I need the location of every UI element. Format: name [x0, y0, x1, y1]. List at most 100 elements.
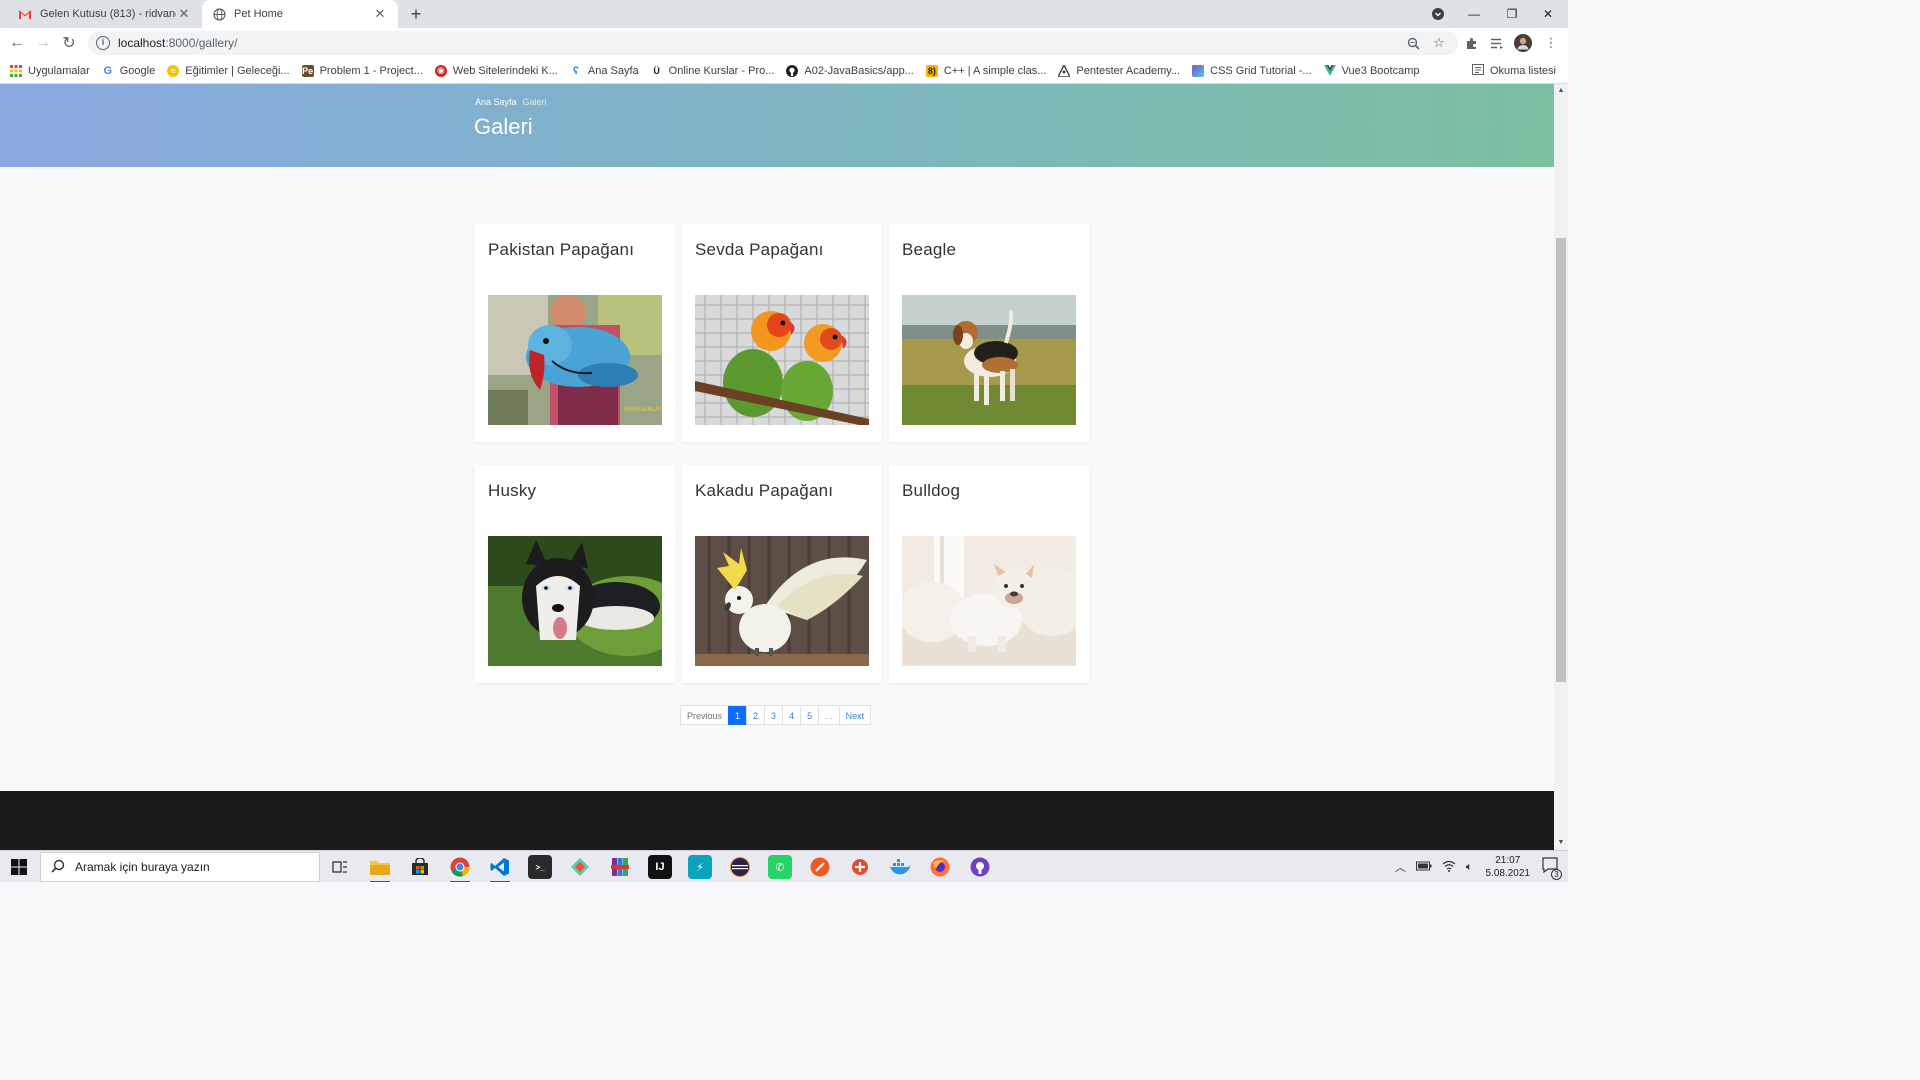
- site-info-icon[interactable]: i: [96, 36, 110, 50]
- windows-logo-icon: [11, 859, 27, 875]
- battery-icon[interactable]: [1415, 861, 1432, 874]
- udemy-icon: Ü: [653, 65, 660, 76]
- tab-search-icon[interactable]: [1420, 0, 1456, 28]
- browser-toolbar: ← → ↻ i localhost:8000/gallery/ ☆ ⋮: [0, 28, 1568, 58]
- page-scrollbar[interactable]: ▲ ▼: [1554, 84, 1568, 850]
- address-bar[interactable]: i localhost:8000/gallery/: [88, 31, 1458, 55]
- bookmark-star-icon[interactable]: ☆: [1430, 34, 1448, 52]
- close-tab-icon[interactable]: ✕: [176, 6, 192, 22]
- wifi-icon[interactable]: [1442, 860, 1456, 875]
- github-icon: [786, 64, 799, 77]
- pagination-previous[interactable]: Previous: [681, 706, 728, 725]
- gitkraken-icon[interactable]: [568, 855, 592, 879]
- scrollbar-thumb[interactable]: [1556, 238, 1566, 682]
- bookmark-ana-sayfa[interactable]: ʕ Ana Sayfa: [570, 65, 639, 77]
- close-tab-icon[interactable]: ✕: [372, 6, 388, 22]
- task-view-icon[interactable]: [328, 855, 352, 879]
- extensions-icon[interactable]: [1462, 34, 1480, 52]
- taskbar-clock[interactable]: 21:07 5.08.2021: [1486, 854, 1531, 880]
- tab-title: Pet Home: [234, 8, 283, 20]
- url-text[interactable]: localhost:8000/gallery/: [118, 36, 237, 50]
- profile-avatar[interactable]: [1514, 34, 1532, 52]
- bookmark-cpp-simple-class[interactable]: 8) C++ | A simple clas...: [925, 64, 1046, 77]
- pakistan-parrot-photo[interactable]: PAPAGANLAR: [488, 295, 662, 425]
- forward-arrow-icon[interactable]: →: [32, 32, 54, 54]
- bookmark-css-grid[interactable]: CSS Grid Tutorial -...: [1192, 64, 1312, 77]
- reading-mode-icon[interactable]: [1488, 34, 1506, 52]
- apps-grid-icon: [10, 64, 22, 77]
- git-gui-icon[interactable]: [848, 855, 872, 879]
- lightning-app-icon[interactable]: ⚡: [688, 855, 712, 879]
- gallery-card[interactable]: Pakistan Papağanı PAPAGANLAR: [475, 224, 675, 442]
- bookmark-vue3-bootcamp[interactable]: Vue3 Bootcamp: [1323, 65, 1419, 77]
- terminal-icon[interactable]: >_: [528, 855, 552, 879]
- bookmark-google[interactable]: G Google: [102, 65, 155, 77]
- gmail-icon: [18, 7, 32, 21]
- postman-icon[interactable]: [808, 855, 832, 879]
- docker-icon[interactable]: [888, 855, 912, 879]
- pagination-page-5[interactable]: 5: [800, 706, 818, 725]
- reading-list-button[interactable]: Okuma listesi: [1471, 58, 1556, 84]
- scroll-down-arrow-icon[interactable]: ▼: [1554, 836, 1568, 850]
- tab-gmail[interactable]: Gelen Kutusu (813) - ridvangs77@ ✕: [8, 0, 202, 28]
- beagle-photo[interactable]: [902, 295, 1076, 425]
- breadcrumb-current: Galeri: [522, 97, 547, 107]
- firefox-icon[interactable]: [928, 855, 952, 879]
- breadcrumb: Ana Sayfa Galeri: [475, 97, 547, 107]
- pagination-page-4[interactable]: 4: [782, 706, 800, 725]
- bookmark-online-kurslar[interactable]: Ü Online Kurslar - Pro...: [651, 65, 774, 77]
- minimize-button[interactable]: ―: [1456, 0, 1492, 28]
- gallery-card[interactable]: Bulldog: [889, 465, 1089, 683]
- tray-overflow-chevron-icon[interactable]: ︿: [1395, 859, 1406, 875]
- reload-icon[interactable]: ↻: [58, 32, 80, 54]
- card-title: Sevda Papağanı: [695, 240, 824, 259]
- pagination-page-1[interactable]: 1: [728, 706, 747, 725]
- bookmark-a02-javabasics[interactable]: A02-JavaBasics/app...: [786, 64, 914, 77]
- winrar-icon[interactable]: [608, 855, 632, 879]
- bookmark-problem1[interactable]: Pe Problem 1 - Project...: [301, 64, 423, 77]
- gallery-card[interactable]: Husky: [475, 465, 675, 683]
- zoom-icon[interactable]: [1404, 34, 1422, 52]
- pagination-page-2[interactable]: 2: [746, 706, 764, 725]
- card-title: Beagle: [902, 240, 957, 259]
- chrome-icon[interactable]: [448, 855, 472, 882]
- new-tab-button[interactable]: +: [406, 3, 426, 25]
- bird-icon: ʕ: [572, 64, 579, 77]
- lovebird-photo[interactable]: [695, 295, 869, 425]
- menu-kebab-icon[interactable]: ⋮: [1542, 34, 1560, 52]
- gallery-card[interactable]: Kakadu Papağanı: [682, 465, 882, 683]
- pagination-page-3[interactable]: 3: [764, 706, 782, 725]
- file-explorer-icon[interactable]: [368, 855, 392, 882]
- volume-icon[interactable]: 🔈︎: [1466, 861, 1473, 874]
- breadcrumb-home-link[interactable]: Ana Sayfa: [475, 97, 517, 107]
- bulldog-photo[interactable]: [902, 536, 1076, 666]
- restore-button[interactable]: ❐: [1494, 0, 1530, 28]
- intellij-icon[interactable]: IJ: [648, 855, 672, 879]
- windows-start-button[interactable]: [0, 851, 38, 882]
- cockatoo-photo[interactable]: [695, 536, 869, 666]
- store-icon[interactable]: [408, 855, 432, 879]
- taskbar-search-box[interactable]: Aramak için buraya yazın: [40, 852, 320, 882]
- card-title: Pakistan Papağanı: [488, 240, 635, 259]
- eclipse-icon[interactable]: [728, 855, 752, 879]
- page-title: Galeri: [474, 114, 533, 139]
- image-icon: [1192, 64, 1205, 77]
- bookmark-egitimler[interactable]: ≈ Eğitimler | Geleceği...: [167, 64, 290, 77]
- vscode-icon[interactable]: [488, 855, 512, 882]
- tab-pet-home[interactable]: Pet Home ✕: [202, 0, 398, 28]
- back-arrow-icon[interactable]: ←: [6, 32, 28, 54]
- close-window-button[interactable]: ✕: [1530, 0, 1566, 28]
- page-footer: [0, 791, 1554, 850]
- bookmark-uygulamalar[interactable]: Uygulamalar: [10, 64, 90, 77]
- husky-photo[interactable]: [488, 536, 662, 666]
- github-desktop-icon[interactable]: [968, 855, 992, 879]
- bookmark-web-sitelerindeki[interactable]: ◉ Web Sitelerindeki K...: [434, 64, 558, 77]
- pagination-next[interactable]: Next: [838, 706, 871, 725]
- gallery-card[interactable]: Sevda Papağanı: [682, 224, 882, 442]
- whatsapp-icon[interactable]: ✆: [768, 855, 792, 879]
- gallery-card[interactable]: Beagle: [889, 224, 1089, 442]
- notification-center-icon[interactable]: 3: [1540, 857, 1562, 880]
- search-placeholder: Aramak için buraya yazın: [75, 860, 210, 874]
- scroll-up-arrow-icon[interactable]: ▲: [1554, 84, 1568, 98]
- bookmark-pentester-academy[interactable]: Pentester Academy...: [1058, 64, 1180, 77]
